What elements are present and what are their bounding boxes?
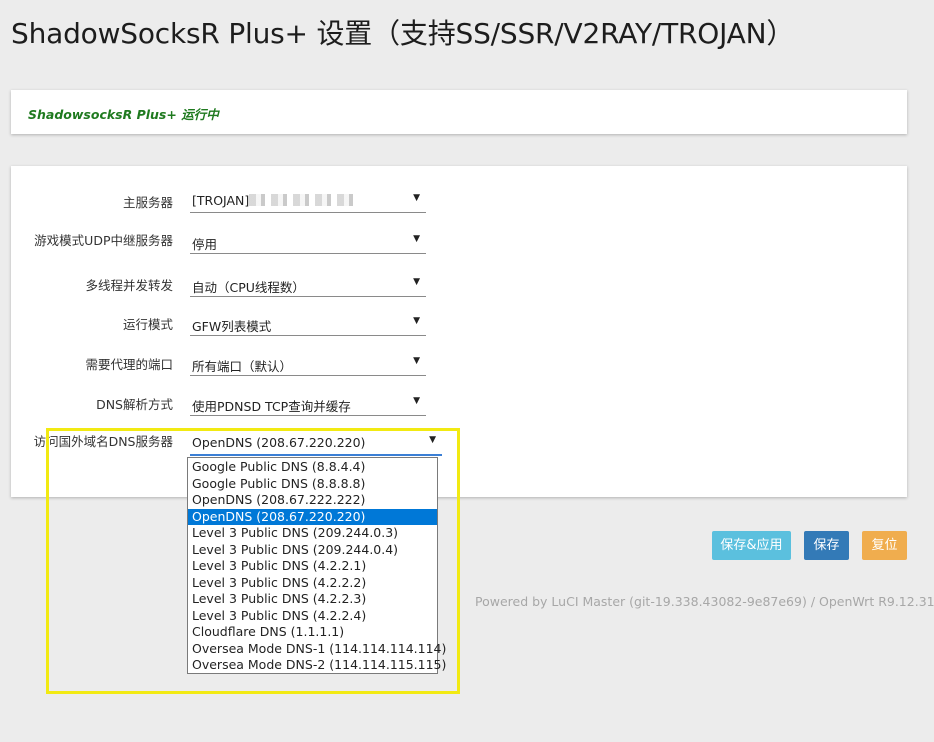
dns-option[interactable]: Level 3 Public DNS (4.2.2.1) [188,558,437,575]
dns-option[interactable]: Google Public DNS (8.8.8.8) [188,476,437,493]
redacted-server-name [249,194,360,206]
multithread-label: 多线程并发转发 [85,278,173,293]
chevron-down-icon: ▼ [429,435,436,445]
proxy-ports-label: 需要代理的端口 [85,357,173,372]
run-mode-value: GFW列表模式 [192,319,272,334]
settings-form: 主服务器 [TROJAN] ▼ 游戏模式UDP中继服务器 停用 ▼ 多线程并发转… [11,166,907,497]
dns-option[interactable]: Level 3 Public DNS (4.2.2.3) [188,591,437,608]
chevron-down-icon: ▼ [413,193,420,203]
status-panel: ShadowsocksR Plus+ 运行中 [11,90,907,134]
proxy-ports-value: 所有端口（默认） [192,359,293,374]
udp-relay-server-label: 游戏模式UDP中继服务器 [34,233,173,248]
chevron-down-icon: ▼ [413,356,420,366]
dns-option[interactable]: Oversea Mode DNS-1 (114.114.114.114) [188,641,446,658]
dns-option[interactable]: Oversea Mode DNS-2 (114.114.115.115) [188,657,446,674]
save-button[interactable]: 保存 [804,531,849,560]
dns-option[interactable]: Level 3 Public DNS (209.244.0.3) [188,525,437,542]
dns-option[interactable]: Level 3 Public DNS (4.2.2.2) [188,575,437,592]
proxy-ports-select[interactable]: 所有端口（默认） ▼ [190,351,426,376]
dns-resolve-mode-value: 使用PDNSD TCP查询并缓存 [192,399,351,414]
multithread-value: 自动（CPU线程数） [192,280,305,295]
main-server-select[interactable]: [TROJAN] ▼ [190,188,426,213]
dns-option-selected[interactable]: OpenDNS (208.67.220.220) [188,508,437,525]
main-server-value: [TROJAN] [192,193,250,208]
run-mode-select[interactable]: GFW列表模式 ▼ [190,311,426,336]
dns-option[interactable]: Cloudflare DNS (1.1.1.1) [188,624,437,641]
footer-text: Powered by LuCI Master (git-19.338.43082… [475,594,934,609]
running-status: ShadowsocksR Plus+ 运行中 [28,107,219,122]
dns-option[interactable]: Level 3 Public DNS (209.244.0.4) [188,542,437,559]
dns-resolve-mode-label: DNS解析方式 [96,397,173,412]
multithread-select[interactable]: 自动（CPU线程数） ▼ [190,272,426,297]
dns-option[interactable]: Level 3 Public DNS (4.2.2.4) [188,608,437,625]
chevron-down-icon: ▼ [413,234,420,244]
foreign-dns-server-label: 访问国外域名DNS服务器 [33,434,173,449]
chevron-down-icon: ▼ [413,316,420,326]
foreign-dns-server-select[interactable]: OpenDNS (208.67.220.220) ▼ [190,430,442,456]
udp-relay-server-select[interactable]: 停用 ▼ [190,229,426,254]
foreign-dns-dropdown-list[interactable]: Google Public DNS (8.8.4.4) Google Publi… [187,457,446,674]
page-title: ShadowSocksR Plus+ 设置（支持SS/SSR/V2RAY/TRO… [11,17,795,50]
dns-option[interactable]: OpenDNS (208.67.222.222) [188,492,437,509]
chevron-down-icon: ▼ [413,396,420,406]
main-server-label: 主服务器 [122,195,173,210]
dns-resolve-mode-select[interactable]: 使用PDNSD TCP查询并缓存 ▼ [190,391,426,416]
dns-option[interactable]: Google Public DNS (8.8.4.4) [188,459,437,476]
udp-relay-server-value: 停用 [192,237,218,252]
foreign-dns-server-value: OpenDNS (208.67.220.220) [192,435,366,450]
run-mode-label: 运行模式 [122,317,173,332]
reset-button[interactable]: 复位 [862,531,907,560]
save-apply-button[interactable]: 保存&应用 [712,531,791,560]
chevron-down-icon: ▼ [413,277,420,287]
